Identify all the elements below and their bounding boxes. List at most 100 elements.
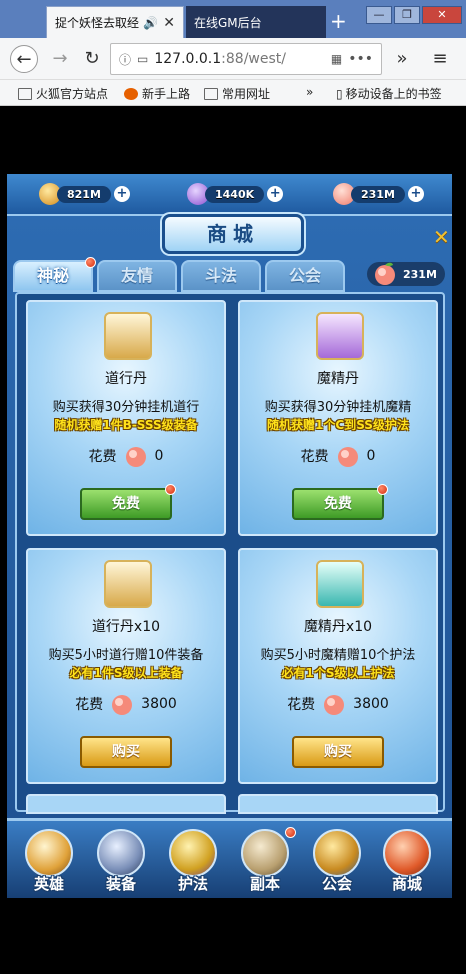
peach-icon [125,447,146,467]
item-description: 购买5小时道行赠10件装备 [48,648,204,663]
shop-tabs: 神秘 友情 斗法 公会 [13,257,353,292]
nav-label: 商城 [391,875,422,893]
resource-gold: 821M + [39,180,130,208]
item-bonus: 随机获赠1个C到SS级护法 [267,418,409,432]
tab-active[interactable]: 捉个妖怪去取经 🔊 ✕ [46,6,184,38]
new-tab-button[interactable]: + [330,9,347,33]
button-label: 购买 [324,744,352,760]
tab-title: 在线GM后台 [194,15,262,30]
shop-item-card: 魔精丹x10 购买5小时魔精赠10个护法 必有1个S级以上护法 花费 3800 … [238,548,438,784]
folder-icon [18,87,32,100]
mojing-pill-icon [316,312,364,360]
mojing-pill-bag-icon [316,560,364,608]
buy-button[interactable]: 购买 [292,736,384,768]
cost-value: 0 [366,448,376,464]
cost-label: 花费 [75,697,104,713]
reload-button[interactable]: ↻ [78,45,106,73]
nav-dungeon[interactable]: 副本 [233,825,297,897]
mobile-icon: ▯ [336,86,343,101]
nav-label: 公会 [321,875,352,893]
resource-bar: 821M + 1440K + 231M + [7,174,452,216]
folder-icon [204,87,218,100]
close-icon[interactable]: ✕ [433,225,450,249]
shop-item-card-partial [26,794,226,814]
item-description: 购买5小时魔精赠10个护法 [260,648,416,663]
nav-hero[interactable]: 英雄 [17,825,81,897]
resource-value: 1440K [205,185,265,203]
item-description: 购买获得30分钟挂机道行 [52,400,200,415]
bookmark-item[interactable]: 常用网址 [204,85,270,102]
bookmark-label: 新手上路 [142,87,191,101]
cost-value: 0 [154,448,164,464]
qr-code-icon[interactable]: ▦ [331,52,342,66]
nav-label: 护法 [177,875,208,893]
shop-title: 商城 [162,214,304,254]
free-button[interactable]: 免费 [80,484,176,520]
button-label: 免费 [112,496,140,512]
shop-currency: 231M [367,262,445,286]
tab-close-icon[interactable]: ✕ [163,15,175,31]
shop-item-card: 道行丹 购买获得30分钟挂机道行 随机获赠1件B-SSS级装备 花费 0 免费 [26,300,226,536]
maximize-button[interactable]: ❐ [394,6,420,24]
url-path: :88/west/ [221,51,286,67]
cost-value: 3800 [141,696,177,712]
nav-equipment[interactable]: 装备 [89,825,153,897]
nav-shop[interactable]: 商城 [375,825,439,897]
item-name: 魔精丹 [317,371,359,387]
cost-label: 花费 [287,697,316,713]
back-button[interactable]: ← [10,45,38,73]
minimize-button[interactable]: — [366,6,392,24]
resource-peach: 231M + [333,180,424,208]
peach-icon [337,447,358,467]
bookmarks-overflow-icon[interactable]: » [306,85,313,99]
hero-icon [25,829,73,877]
nav-guardian[interactable]: 护法 [161,825,225,897]
item-name: 魔精丹x10 [303,619,373,635]
item-name: 道行丹x10 [91,619,161,635]
tab-duel[interactable]: 斗法 [181,260,261,292]
item-cost: 花费 3800 [240,692,436,716]
daoxing-pill-bag-icon [104,560,152,608]
window-close-button[interactable]: ✕ [422,6,462,24]
add-peach-button[interactable]: + [407,186,424,202]
item-cost: 花费 3800 [28,692,224,716]
item-bonus: 必有1个S级以上护法 [281,666,395,680]
item-name: 道行丹 [105,371,147,387]
scroll-map-icon [241,829,289,877]
address-bar[interactable]: ⓘ ▭ 127.0.0.1 :88/west/ ▦ ••• [110,43,382,75]
resource-value: 231M [351,185,405,203]
tab-mystery[interactable]: 神秘 [13,260,93,292]
shop-item-card-partial [238,794,438,814]
buy-button[interactable]: 购买 [80,736,172,768]
guild-shield-icon [313,829,361,877]
info-icon[interactable]: ⓘ [119,51,131,68]
nav-guild[interactable]: 公会 [305,825,369,897]
nav-label: 装备 [105,875,136,893]
resource-value: 821M [57,185,111,203]
speaker-icon[interactable]: 🔊 [143,16,158,30]
tab-friendship[interactable]: 友情 [97,260,177,292]
item-description: 购买获得30分钟挂机魔精 [264,400,412,415]
item-bonus: 随机获赠1件B-SSS级装备 [54,418,198,432]
overflow-chevron-icon[interactable]: » [388,45,416,73]
tab-guild[interactable]: 公会 [265,260,345,292]
bookmark-item[interactable]: 新手上路 [124,85,190,102]
cost-value: 3800 [353,696,389,712]
forward-button[interactable]: → [46,45,74,73]
page-actions-icon[interactable]: ••• [348,51,373,67]
free-button[interactable]: 免费 [292,484,388,520]
nav-label: 副本 [249,875,280,893]
resource-crystal: 1440K + [187,180,284,208]
sword-icon [97,829,145,877]
tab-inactive[interactable]: 在线GM后台 [186,6,326,38]
add-crystal-button[interactable]: + [267,186,284,202]
beads-icon [169,829,217,877]
bookmark-item[interactable]: ▯ 移动设备上的书签 [336,85,442,102]
item-bonus: 必有1件S级以上装备 [69,666,183,680]
add-gold-button[interactable]: + [113,186,130,202]
bookmark-item[interactable]: 火狐官方站点 [18,85,108,102]
cost-label: 花费 [88,449,117,465]
peach-icon [112,695,133,715]
notification-dot [377,484,388,495]
menu-icon[interactable]: ≡ [426,45,454,73]
